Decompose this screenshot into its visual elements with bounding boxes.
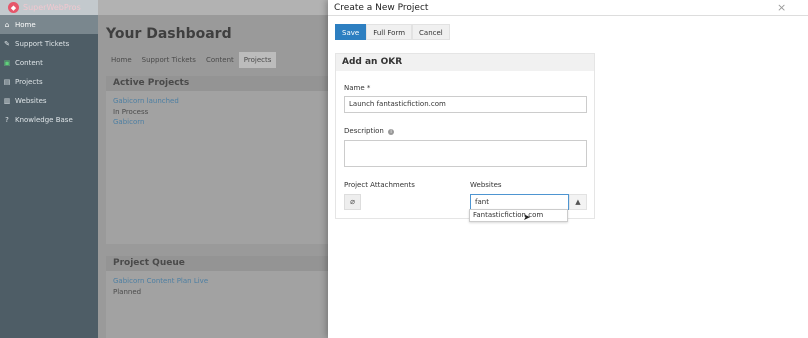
cancel-button[interactable]: Cancel — [412, 24, 450, 40]
sidebar-item-label: Websites — [15, 96, 47, 105]
sidebar: ◆ SuperWebPros ⌂ Home ✎ Support Tickets ▣ Con… — [0, 0, 98, 338]
sidebar-item-label: Home — [15, 20, 36, 29]
save-button[interactable]: Save — [335, 24, 367, 40]
tab-support-tickets[interactable]: Support Tickets — [137, 52, 201, 68]
brand-name: SuperWebPros — [23, 3, 81, 12]
queue-project-status: Planned — [113, 287, 142, 296]
shield-icon: ◆ — [8, 2, 19, 13]
home-icon: ⌂ — [4, 20, 10, 29]
name-label: Name * — [344, 84, 371, 92]
sidebar-item-knowledge-base[interactable]: ? Knowledge Base — [0, 110, 98, 129]
dashboard: Your Dashboard Home Support Tickets Cont… — [98, 0, 328, 338]
sidebar-item-label: Content — [15, 58, 43, 67]
websites-input[interactable]: fant — [470, 194, 569, 210]
name-input[interactable]: Launch fantasticfiction.com — [344, 96, 587, 113]
website-suggestion[interactable]: Fantasticfiction.com — [469, 209, 568, 222]
modal-title: Create a New Project — [334, 2, 429, 13]
sidebar-item-label: Knowledge Base — [15, 115, 73, 124]
full-form-button[interactable]: Full Form — [366, 24, 413, 40]
client-link[interactable]: Gabicorn — [113, 117, 321, 128]
wrench-icon: ✎ — [4, 39, 10, 48]
project-status: In Process — [113, 107, 149, 116]
dashboard-tabs: Home Support Tickets Content Projects — [106, 52, 277, 68]
sidebar-item-support-tickets[interactable]: ✎ Support Tickets — [0, 34, 98, 53]
description-label: Description i — [344, 127, 395, 135]
modal-toolbar: Save Full Form Cancel — [335, 24, 450, 40]
content-icon: ▣ — [3, 58, 11, 67]
question-icon: ? — [5, 115, 9, 124]
top-bar — [98, 0, 328, 15]
websites-icon: ▥ — [3, 96, 11, 105]
project-queue-heading: Project Queue — [106, 256, 328, 271]
chevron-up-icon[interactable]: ▲ — [569, 194, 587, 210]
tab-home[interactable]: Home — [106, 52, 137, 68]
description-textarea[interactable] — [344, 140, 587, 167]
projects-icon: ▤ — [3, 77, 11, 86]
tab-projects[interactable]: Projects — [238, 52, 277, 68]
sidebar-item-projects[interactable]: ▤ Projects — [0, 72, 98, 91]
okr-form: Add an OKR Name * Launch fantasticfictio… — [335, 53, 595, 219]
sidebar-item-home[interactable]: ⌂ Home — [0, 15, 98, 34]
active-projects-panel: Active Projects Gabicorn launched In Pro… — [106, 76, 328, 244]
active-projects-heading: Active Projects — [106, 76, 328, 91]
project-queue-panel: Project Queue Gabicorn Content Plan Live… — [106, 256, 328, 338]
attachments-label: Project Attachments — [344, 181, 415, 189]
tab-content[interactable]: Content — [201, 52, 239, 68]
queue-project-link[interactable]: Gabicorn Content Plan Live — [113, 276, 321, 287]
sidebar-item-label: Support Tickets — [15, 39, 70, 48]
page-title: Your Dashboard — [106, 26, 232, 42]
okr-heading: Add an OKR — [336, 54, 594, 71]
modal-header: Create a New Project × — [328, 0, 808, 16]
sidebar-item-label: Projects — [15, 77, 43, 86]
mouse-cursor-icon: ➤ — [523, 213, 531, 223]
sidebar-item-websites[interactable]: ▥ Websites — [0, 91, 98, 110]
project-link[interactable]: Gabicorn launched — [113, 96, 321, 107]
create-project-modal: Create a New Project × Save Full Form Ca… — [328, 0, 808, 338]
info-icon: i — [388, 129, 395, 135]
sidebar-item-content[interactable]: ▣ Content — [0, 53, 98, 72]
paperclip-icon[interactable]: ⌀ — [344, 194, 361, 210]
close-icon[interactable]: × — [777, 1, 786, 14]
websites-label: Websites — [470, 181, 502, 189]
description-label-text: Description — [344, 127, 384, 135]
brand[interactable]: ◆ SuperWebPros — [0, 0, 98, 15]
